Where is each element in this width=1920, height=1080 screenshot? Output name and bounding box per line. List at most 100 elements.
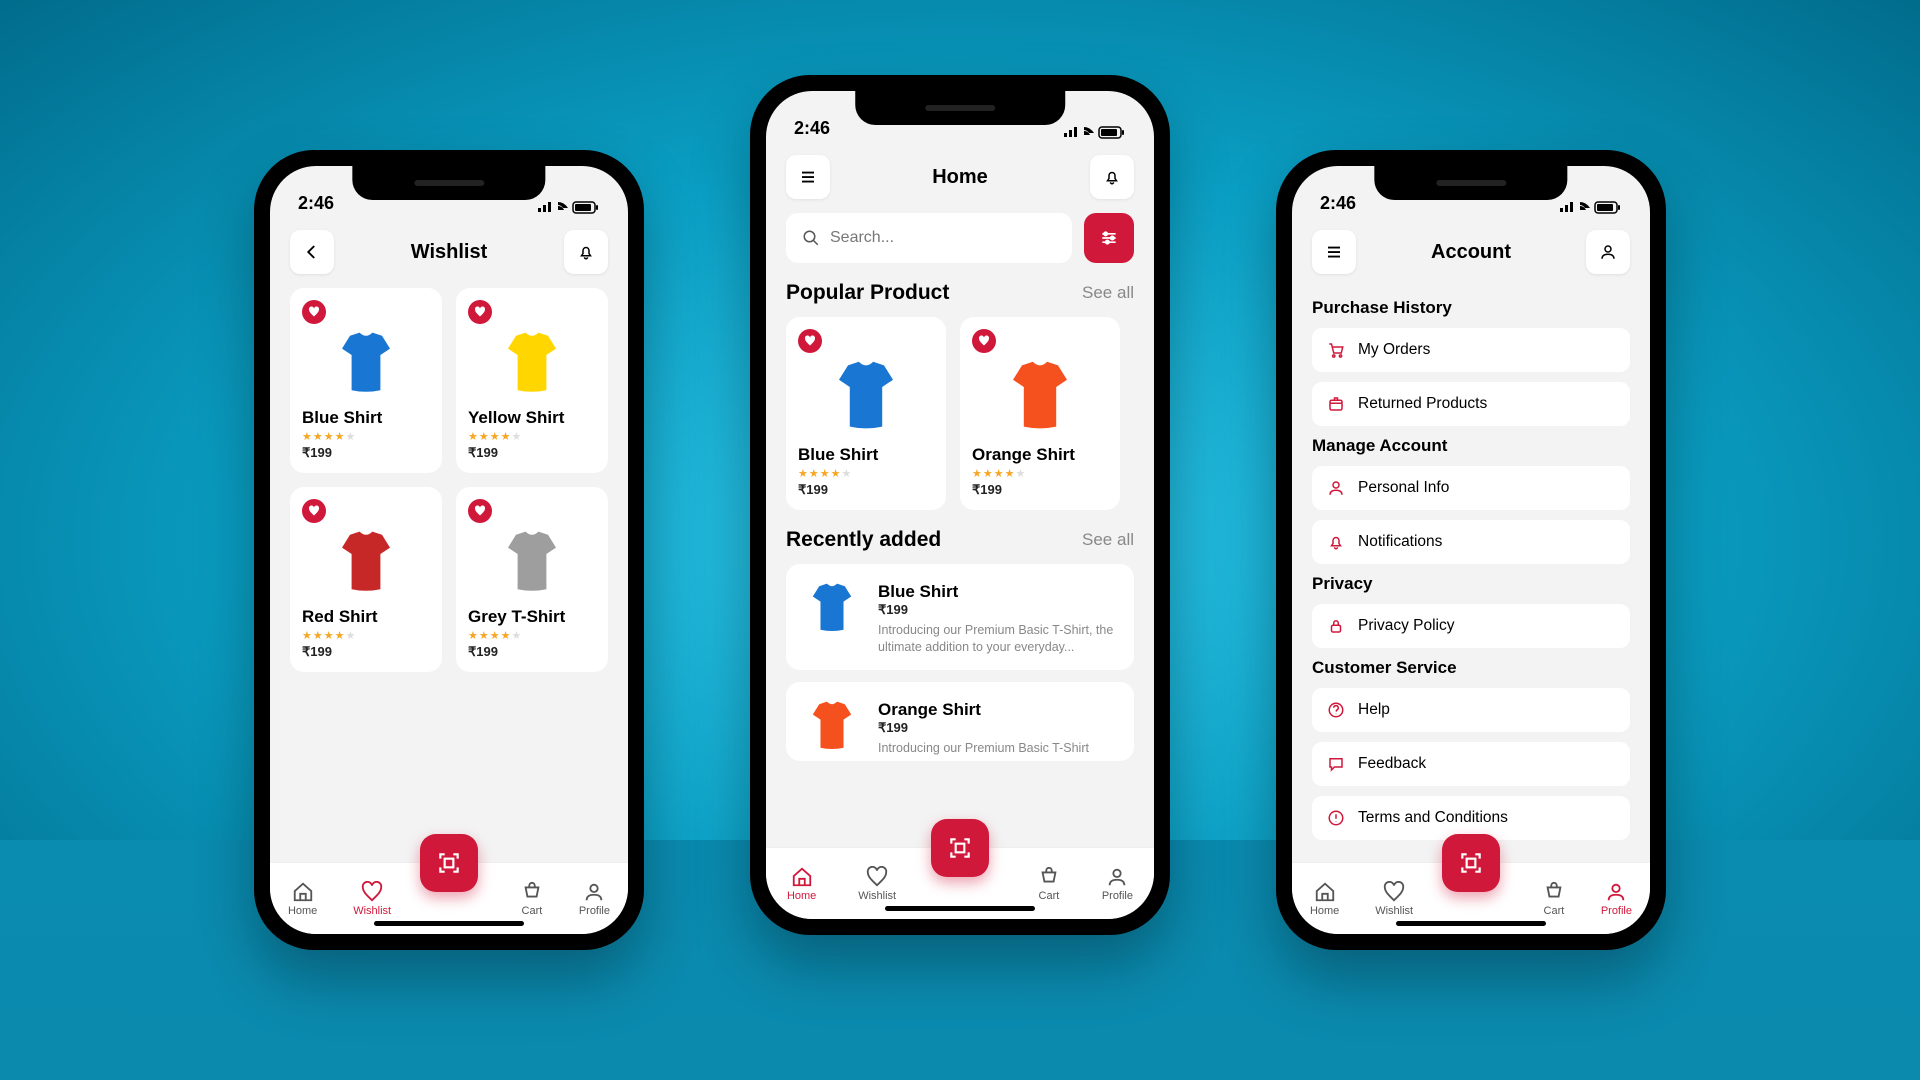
- nav-cart[interactable]: Cart: [1543, 881, 1565, 917]
- cart-icon: [1326, 341, 1346, 359]
- box-icon: [1326, 395, 1346, 413]
- status-time: 2:46: [794, 118, 830, 139]
- section-title: Manage Account: [1312, 436, 1630, 456]
- item-label: Returned Products: [1358, 395, 1487, 413]
- product-price: ₹199: [972, 482, 1108, 498]
- see-all-link[interactable]: See all: [1082, 283, 1134, 303]
- notifications-button[interactable]: [564, 230, 608, 274]
- product-name: Blue Shirt: [798, 445, 934, 465]
- recent-item[interactable]: Orange Shirt ₹199 Introducing our Premiu…: [786, 682, 1134, 761]
- heart-icon[interactable]: [798, 329, 822, 353]
- product-price: ₹199: [878, 602, 1120, 618]
- scan-fab[interactable]: [1442, 834, 1500, 892]
- back-button[interactable]: [290, 230, 334, 274]
- product-desc: Introducing our Premium Basic T-Shirt, t…: [878, 622, 1120, 656]
- heart-icon[interactable]: [468, 300, 492, 324]
- filter-button[interactable]: [1084, 213, 1134, 263]
- nav-profile[interactable]: Profile: [1601, 881, 1632, 917]
- product-name: Grey T-Shirt: [468, 607, 596, 627]
- nav-profile[interactable]: Profile: [1102, 866, 1133, 902]
- product-name: Blue Shirt: [302, 408, 430, 428]
- nav-cart[interactable]: Cart: [521, 881, 543, 917]
- product-card[interactable]: Blue Shirt ★★★★★ ₹199: [786, 317, 946, 510]
- rating-stars: ★★★★★: [302, 629, 430, 642]
- nav-profile[interactable]: Profile: [579, 881, 610, 917]
- scan-fab[interactable]: [420, 834, 478, 892]
- nav-home[interactable]: Home: [1310, 881, 1339, 917]
- heart-icon[interactable]: [972, 329, 996, 353]
- popular-scroll[interactable]: Blue Shirt ★★★★★ ₹199 Orange Shirt ★★★★★…: [786, 317, 1134, 510]
- rating-stars: ★★★★★: [302, 430, 430, 443]
- product-price: ₹199: [468, 644, 596, 660]
- scan-fab[interactable]: [931, 819, 989, 877]
- product-name: Yellow Shirt: [468, 408, 596, 428]
- phone-home-mockup: 2:46 Home Search...: [750, 75, 1170, 935]
- product-name: Orange Shirt: [878, 700, 1120, 720]
- user-button[interactable]: [1586, 230, 1630, 274]
- page-title: Home: [932, 166, 988, 189]
- product-desc: Introducing our Premium Basic T-Shirt: [878, 740, 1120, 757]
- product-price: ₹199: [302, 644, 430, 660]
- status-time: 2:46: [298, 193, 334, 214]
- status-time: 2:46: [1320, 193, 1356, 214]
- search-placeholder: Search...: [830, 229, 894, 247]
- section-title: Customer Service: [1312, 658, 1630, 678]
- nav-home[interactable]: Home: [288, 881, 317, 917]
- account-item-returned[interactable]: Returned Products: [1312, 382, 1630, 426]
- see-all-link[interactable]: See all: [1082, 530, 1134, 550]
- product-name: Red Shirt: [302, 607, 430, 627]
- page-title: Wishlist: [411, 241, 488, 264]
- nav-home[interactable]: Home: [787, 866, 816, 902]
- account-item-privacy-policy[interactable]: Privacy Policy: [1312, 604, 1630, 648]
- item-label: Terms and Conditions: [1358, 809, 1508, 827]
- product-card[interactable]: Orange Shirt ★★★★★ ₹199: [960, 317, 1120, 510]
- account-item-help[interactable]: Help: [1312, 688, 1630, 732]
- status-icons: [1560, 200, 1622, 214]
- sliders-icon: [1099, 228, 1119, 248]
- item-label: Personal Info: [1358, 479, 1449, 497]
- account-item-notifications[interactable]: Notifications: [1312, 520, 1630, 564]
- product-price: ₹199: [798, 482, 934, 498]
- product-card[interactable]: Yellow Shirt ★★★★★ ₹199: [456, 288, 608, 473]
- heart-icon[interactable]: [302, 499, 326, 523]
- nav-wishlist[interactable]: Wishlist: [1375, 881, 1413, 917]
- heart-icon[interactable]: [468, 499, 492, 523]
- phone-account-mockup: 2:46 Account Purchase History My Orders: [1276, 150, 1666, 950]
- product-price: ₹199: [468, 445, 596, 461]
- phone-wishlist-mockup: 2:46 Wishlist Blue Shirt ★★★★★: [254, 150, 644, 950]
- section-title: Recently added: [786, 528, 941, 552]
- bell-icon: [1326, 533, 1346, 551]
- search-icon: [802, 229, 820, 247]
- nav-cart[interactable]: Cart: [1038, 866, 1060, 902]
- rating-stars: ★★★★★: [468, 629, 596, 642]
- product-name: Orange Shirt: [972, 445, 1108, 465]
- lock-icon: [1326, 617, 1346, 635]
- notifications-button[interactable]: [1090, 155, 1134, 199]
- item-label: Help: [1358, 701, 1390, 719]
- rating-stars: ★★★★★: [972, 467, 1108, 480]
- product-card[interactable]: Blue Shirt ★★★★★ ₹199: [290, 288, 442, 473]
- wishlist-grid: Blue Shirt ★★★★★ ₹199 Yellow Shirt ★★★★★…: [290, 288, 608, 672]
- item-label: Feedback: [1358, 755, 1426, 773]
- product-card[interactable]: Red Shirt ★★★★★ ₹199: [290, 487, 442, 672]
- account-item-personal-info[interactable]: Personal Info: [1312, 466, 1630, 510]
- section-title: Popular Product: [786, 281, 949, 305]
- section-title: Privacy: [1312, 574, 1630, 594]
- account-item-my-orders[interactable]: My Orders: [1312, 328, 1630, 372]
- account-item-feedback[interactable]: Feedback: [1312, 742, 1630, 786]
- heart-icon[interactable]: [302, 300, 326, 324]
- product-card[interactable]: Grey T-Shirt ★★★★★ ₹199: [456, 487, 608, 672]
- recent-item[interactable]: Blue Shirt ₹199 Introducing our Premium …: [786, 564, 1134, 670]
- menu-button[interactable]: [1312, 230, 1356, 274]
- help-icon: [1326, 701, 1346, 719]
- product-price: ₹199: [878, 720, 1120, 736]
- user-icon: [1326, 479, 1346, 497]
- rating-stars: ★★★★★: [468, 430, 596, 443]
- product-name: Blue Shirt: [878, 582, 1120, 602]
- nav-wishlist[interactable]: Wishlist: [353, 881, 391, 917]
- status-icons: [538, 200, 600, 214]
- nav-wishlist[interactable]: Wishlist: [858, 866, 896, 902]
- rating-stars: ★★★★★: [798, 467, 934, 480]
- menu-button[interactable]: [786, 155, 830, 199]
- search-input[interactable]: Search...: [786, 213, 1072, 263]
